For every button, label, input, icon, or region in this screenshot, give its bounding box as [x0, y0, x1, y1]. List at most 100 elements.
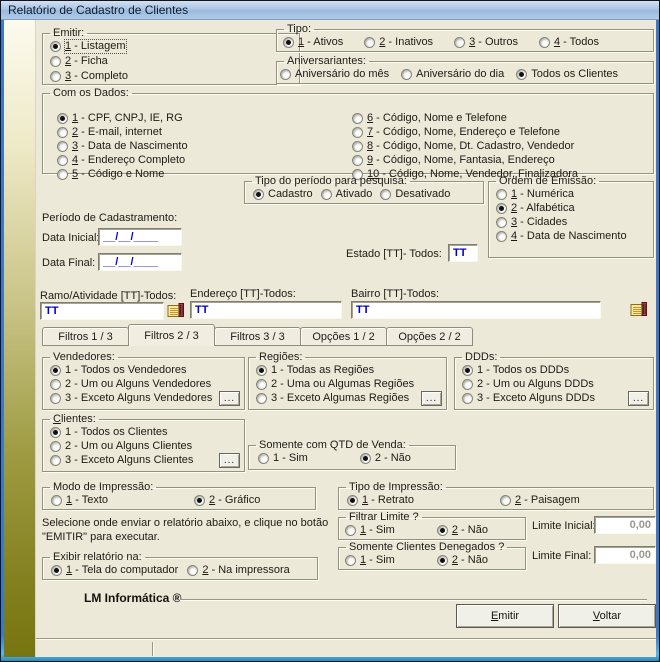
radio-clientes-todos[interactable]: 1 - Todos os Clientes [50, 426, 244, 439]
radio-regioes-exceto[interactable]: 3 - Exceto Algumas Regiões [256, 392, 446, 405]
limite-final-input[interactable] [594, 546, 656, 564]
radio-dados-2[interactable]: 2 - E-mail, internet [57, 126, 188, 139]
radio-dados-7[interactable]: 7 - Código, Nome, Endereço e Telefone [352, 126, 578, 139]
radio-todos-os-clientes[interactable]: Todos os Clientes [516, 68, 618, 81]
group-emitir-label: Emitir: [50, 28, 87, 39]
radio-vendedores-alguns[interactable]: 2 - Um ou Alguns Vendedores [50, 378, 244, 391]
radio-ordem-alfabetica[interactable]: 2 - Alfabética [496, 202, 653, 215]
radio-regioes-todas[interactable]: 1 - Todas as Regiões [256, 364, 446, 377]
tab-filtros-3-3[interactable]: Filtros 3 / 3 [214, 327, 301, 346]
regioes-ellipsis-button[interactable]: ... [421, 391, 442, 406]
data-final-label: Data Final: [42, 257, 95, 269]
radio-emitir-completo[interactable]: 3 - Completo [50, 70, 299, 83]
group-clientes: Clientes: 1 - Todos os Clientes2 - Um ou… [42, 414, 245, 472]
radio-dados-8[interactable]: 8 - Código, Nome, Dt. Cadastro, Vendedor [352, 140, 578, 153]
radio-tipo-inativos[interactable]: 2 - Inativos [364, 36, 433, 49]
radio-ddds-alguns[interactable]: 2 - Um ou Alguns DDDs [462, 378, 653, 391]
radio-vendedores-exceto[interactable]: 3 - Exceto Alguns Vendedores [50, 392, 244, 405]
emitir-button[interactable]: Emitir [456, 604, 554, 628]
radio-denegados-sim[interactable]: 1 - Sim [345, 554, 395, 567]
radio-filtrar-limite-nao[interactable]: 2 - Não [437, 524, 488, 537]
radio-circle [462, 379, 473, 390]
radio-denegados-nao[interactable]: 2 - Não [437, 554, 488, 567]
tab-opcoes-1-2[interactable]: Opções 1 / 2 [300, 327, 387, 346]
data-inicial-input[interactable] [98, 228, 182, 246]
radio-aniversario-do-dia[interactable]: Aniversário do dia [401, 68, 504, 81]
radio-tipo-todos[interactable]: 4 - Todos [539, 36, 599, 49]
radio-clientes-exceto[interactable]: 3 - Exceto Alguns Clientes [50, 454, 244, 467]
radio-ddds-exceto[interactable]: 3 - Exceto Alguns DDDs [462, 392, 653, 405]
radio-dados-1[interactable]: 1 - CPF, CNPJ, IE, RG [57, 112, 188, 125]
group-com-os-dados: Com os Dados: 1 - CPF, CNPJ, IE, RG2 - E… [42, 88, 654, 174]
radio-circle [401, 69, 412, 80]
radio-label: 2 - Uma ou Algumas Regiões [271, 378, 414, 391]
radio-circle [280, 69, 291, 80]
ramo-lookup-button[interactable] [167, 302, 185, 319]
radio-emitir-listagem[interactable]: 1 - Listagem [50, 40, 299, 53]
radio-label: 1 - Sim [360, 524, 395, 537]
vendedores-options: 1 - Todos os Vendedores2 - Um ou Alguns … [43, 364, 244, 405]
radio-circle [57, 127, 68, 138]
radio-modo-texto[interactable]: 1 - Texto [51, 494, 108, 507]
radio-circle [352, 155, 363, 166]
ramo-atividade-input[interactable] [40, 302, 164, 320]
radio-circle [187, 565, 198, 576]
radio-dados-9[interactable]: 9 - Código, Nome, Fantasia, Endereço [352, 154, 578, 167]
endereco-input[interactable] [190, 301, 342, 319]
bairro-input[interactable] [351, 301, 601, 319]
ddds-ellipsis-button[interactable]: ... [628, 391, 649, 406]
radio-qtd-nao[interactable]: 2 - Não [360, 452, 411, 465]
radio-ddds-todos[interactable]: 1 - Todos os DDDs [462, 364, 653, 377]
radio-regioes-algumas[interactable]: 2 - Uma ou Algumas Regiões [256, 378, 446, 391]
radio-label: Desativado [395, 188, 450, 201]
vendedores-ellipsis-button[interactable]: ... [219, 391, 240, 406]
radio-exibir-impressora[interactable]: 2 - Na impressora [187, 564, 289, 577]
radio-circle [321, 189, 332, 200]
radio-tipo-outros[interactable]: 3 - Outros [454, 36, 518, 49]
radio-emitir-ficha[interactable]: 2 - Ficha [50, 55, 299, 68]
tipo-impressao-options: 1 - Retrato 2 - Paisagem [339, 494, 653, 507]
bairro-lookup-button[interactable] [630, 301, 648, 318]
brand-divider [180, 599, 647, 601]
tab-filtros-2-3[interactable]: Filtros 2 / 3 [128, 324, 215, 346]
group-tipo-periodo: Tipo do período para pesquisa: CadastroA… [244, 176, 484, 204]
estado-input[interactable] [448, 244, 478, 262]
radio-exibir-tela[interactable]: 1 - Tela do computador [51, 564, 178, 577]
radio-impressao-retrato[interactable]: 1 - Retrato [347, 494, 414, 507]
radio-circle [51, 565, 62, 576]
voltar-button[interactable]: Voltar [558, 604, 656, 628]
radio-aniversario-do-mes[interactable]: Aniversário do mês [280, 68, 389, 81]
radio-dados-5[interactable]: 5 - Código e Nome [57, 168, 188, 181]
radio-tipo-ativos[interactable]: 1 - Ativos [283, 36, 343, 49]
radio-qtd-sim[interactable]: 1 - Sim [258, 452, 308, 465]
tipo-periodo-options: Cadastro Ativado Desativado [245, 188, 483, 201]
radio-ordem-numerica[interactable]: 1 - Numérica [496, 188, 653, 201]
radio-periodo-cadastro[interactable]: Cadastro [253, 188, 313, 201]
limite-inicial-input[interactable] [594, 516, 656, 534]
radio-label: 1 - Numérica [511, 188, 574, 201]
radio-ordem-cidades[interactable]: 3 - Cidades [496, 216, 653, 229]
group-tipo-impressao: Tipo de Impressão: 1 - Retrato2 - Paisag… [338, 482, 654, 510]
radio-circle [57, 113, 68, 124]
data-final-input[interactable] [98, 253, 182, 271]
radio-modo-grafico[interactable]: 2 - Gráfico [194, 494, 260, 507]
tab-opcoes-2-2[interactable]: Opções 2 / 2 [386, 327, 473, 346]
clientes-ellipsis-button[interactable]: ... [219, 453, 240, 468]
radio-ordem-data-nascimento[interactable]: 4 - Data de Nascimento [496, 230, 653, 243]
radio-filtrar-limite-sim[interactable]: 1 - Sim [345, 524, 395, 537]
radio-dados-4[interactable]: 4 - Endereço Completo [57, 154, 188, 167]
radio-label: Aniversário do dia [416, 68, 504, 81]
radio-label: 1 - Tela do computador [66, 564, 178, 577]
radio-dados-6[interactable]: 6 - Código, Nome e Telefone [352, 112, 578, 125]
window-titlebar[interactable]: Relatório de Cadastro de Clientes [1, 1, 659, 20]
radio-vendedores-todos[interactable]: 1 - Todos os Vendedores [50, 364, 244, 377]
radio-periodo-desativado[interactable]: Desativado [380, 188, 450, 201]
radio-label: 3 - Cidades [511, 216, 567, 229]
radio-circle [50, 71, 61, 82]
tab-filtros-1-3[interactable]: Filtros 1 / 3 [42, 327, 129, 346]
radio-dados-3[interactable]: 3 - Data de Nascimento [57, 140, 188, 153]
radio-periodo-ativado[interactable]: Ativado [321, 188, 373, 201]
radio-impressao-paisagem[interactable]: 2 - Paisagem [500, 494, 580, 507]
com-dados-col2: 6 - Código, Nome e Telefone7 - Código, N… [345, 112, 578, 181]
radio-clientes-alguns[interactable]: 2 - Um ou Alguns Clientes [50, 440, 244, 453]
